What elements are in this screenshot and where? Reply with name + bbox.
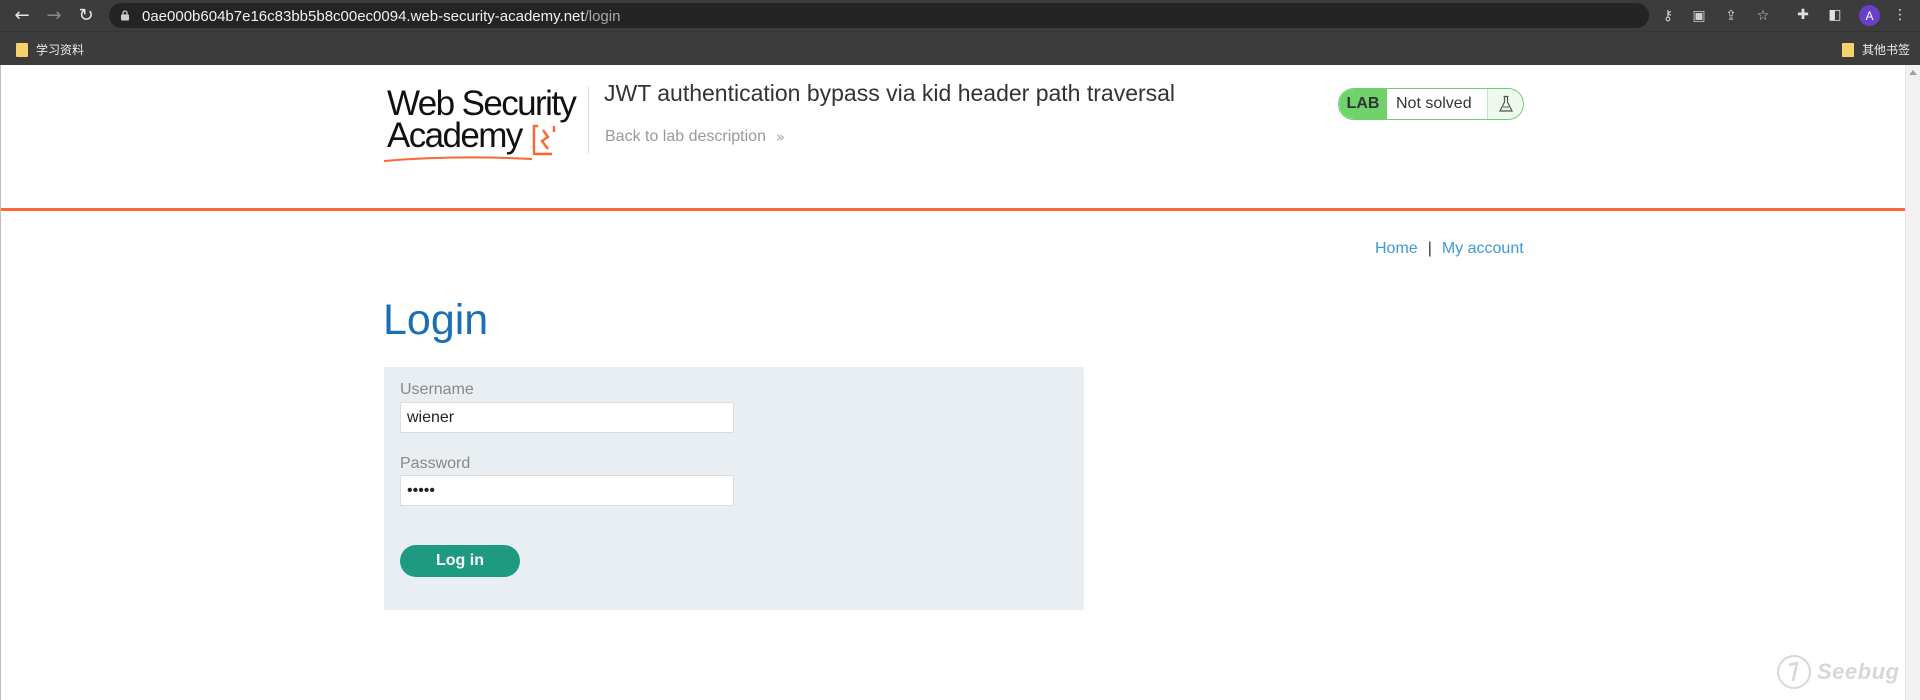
back-arrow-icon[interactable]: ← [12, 5, 32, 26]
translate-icon[interactable]: ▣ [1690, 7, 1708, 25]
lab-header: Web Security Academy JWT authentication … [1, 65, 1906, 208]
double-chevron-right-icon: ›› [775, 128, 785, 146]
my-account-link[interactable]: My account [1442, 240, 1524, 258]
flask-icon [1487, 89, 1523, 119]
url-text: 0ae000b604b7e16c83bb5b8c00ec0094.web-sec… [142, 8, 620, 25]
web-security-academy-logo[interactable]: Web Security Academy [384, 84, 584, 164]
folder-icon [16, 42, 28, 57]
lock-icon [121, 10, 129, 21]
scroll-up-arrow-icon[interactable] [1909, 70, 1917, 75]
side-panel-icon[interactable]: ◧ [1826, 6, 1844, 24]
bookmark-folder-other[interactable]: 其他书签 [1842, 41, 1910, 58]
address-bar[interactable]: 0ae000b604b7e16c83bb5b8c00ec0094.web-sec… [109, 3, 1769, 28]
back-to-description-link[interactable]: Back to lab description ›› [605, 128, 785, 146]
browser-toolbar: ← → ↻ 0ae000b604b7e16c83bb5b8c00ec0094.w… [0, 0, 1920, 31]
bookmarks-bar: 学习资料 其他书签 [0, 31, 1920, 65]
lab-status-text: Not solved [1396, 95, 1472, 112]
url-host: 0ae000b604b7e16c83bb5b8c00ec0094.web-sec… [142, 8, 585, 25]
vertical-scrollbar[interactable] [1905, 65, 1920, 700]
page-content: Web Security Academy JWT authentication … [0, 65, 1906, 700]
logo-underline-swoosh [384, 156, 533, 162]
login-form: Username Password Log in [384, 367, 1084, 610]
username-input[interactable] [400, 402, 734, 433]
bookmark-label: 学习资料 [36, 43, 85, 57]
seebug-watermark: Seebug [1775, 653, 1899, 693]
forward-arrow-icon[interactable]: → [44, 5, 64, 26]
bookmark-star-icon[interactable]: ☆ [1754, 7, 1772, 25]
login-button[interactable]: Log in [400, 545, 520, 577]
reload-icon[interactable]: ↻ [76, 5, 96, 26]
bookmark-folder-study[interactable]: 学习资料 [16, 41, 84, 58]
logo-text-line2: Academy [387, 116, 523, 155]
seebug-logo-icon [1777, 655, 1811, 689]
lab-status-badge: LAB Not solved [1338, 88, 1524, 120]
lab-label: LAB [1339, 89, 1387, 119]
password-input[interactable] [400, 475, 734, 506]
bookmark-label: 其他书签 [1862, 43, 1911, 57]
extensions-icon[interactable]: ✚ [1794, 6, 1812, 24]
lab-title: JWT authentication bypass via kid header… [604, 80, 1176, 106]
header-divider [588, 87, 589, 153]
header-accent-line [1, 208, 1906, 211]
profile-avatar[interactable]: A [1859, 5, 1880, 26]
menu-dots-icon[interactable]: ⋮ [1891, 6, 1909, 24]
folder-icon [1842, 42, 1854, 57]
watermark-text: Seebug [1817, 659, 1900, 684]
logo-bolt-icon [532, 124, 556, 156]
username-label: Username [400, 381, 474, 398]
password-label: Password [400, 455, 471, 472]
nav-separator: | [1427, 240, 1432, 257]
top-nav-links: Home | My account [1375, 240, 1524, 258]
home-link[interactable]: Home [1375, 240, 1418, 258]
back-link-label: Back to lab description [605, 128, 766, 145]
share-icon[interactable]: ⇪ [1722, 7, 1740, 25]
key-icon[interactable]: ⚷ [1659, 7, 1677, 25]
url-path: /login [584, 8, 621, 25]
page-title: Login [383, 296, 489, 344]
